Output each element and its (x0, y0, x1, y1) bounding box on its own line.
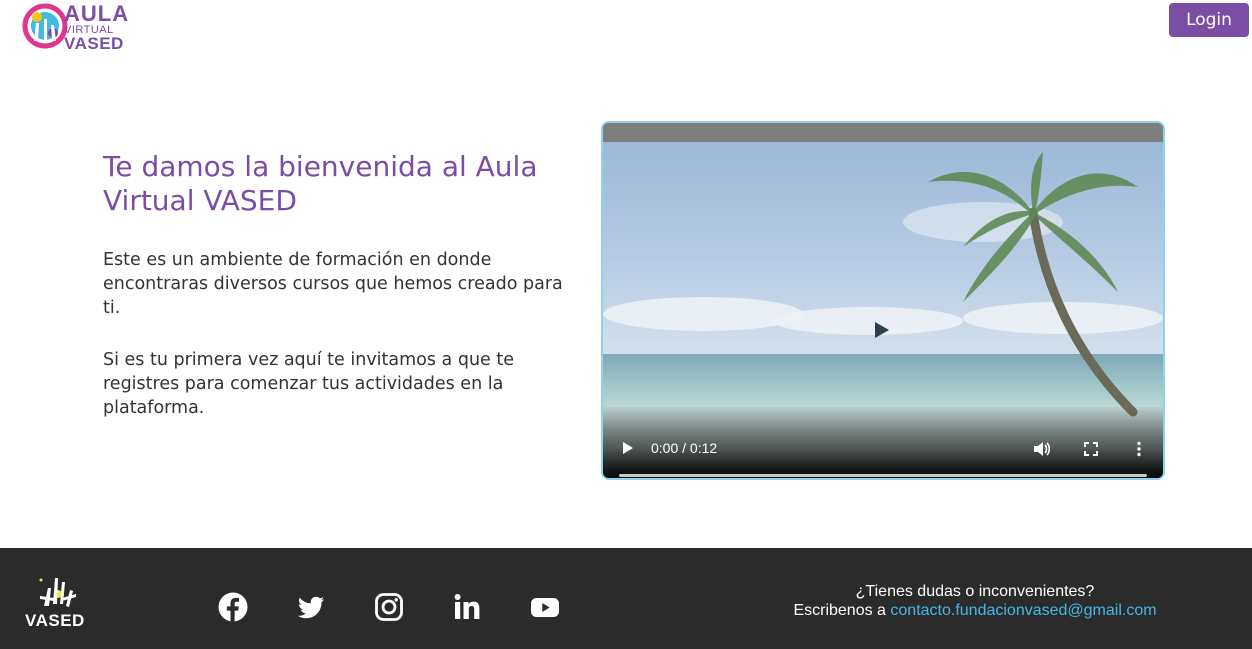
video-progress-bar[interactable] (619, 474, 1147, 477)
palm-tree-icon (928, 152, 1138, 417)
volume-icon[interactable] (1033, 441, 1051, 457)
fullscreen-icon[interactable] (1083, 441, 1099, 457)
footer-logo-text: VASED (25, 611, 85, 630)
logo-hands-icon (22, 3, 68, 49)
logo-line-aula: AULA (64, 1, 130, 26)
intro-video-player[interactable]: 0:00 / 0:12 (601, 121, 1165, 480)
site-footer: VASED ¿Tienes dudas o inconvenientes? Es… (0, 548, 1252, 649)
video-frame-beach-scene[interactable]: 0:00 / 0:12 (603, 142, 1163, 478)
center-play-icon[interactable] (875, 322, 889, 338)
aula-virtual-vased-logo[interactable]: AULA VIRTUAL VASED (22, 1, 132, 53)
twitter-icon[interactable] (296, 592, 326, 622)
logo-line-vased: VASED (64, 34, 124, 53)
footer-vased-logo[interactable]: VASED (22, 574, 92, 632)
vased-hands-icon (39, 578, 76, 607)
play-icon[interactable] (623, 442, 633, 454)
linkedin-icon[interactable] (452, 592, 482, 622)
contact-prefix: Escribenos a (793, 602, 886, 619)
contact-question: ¿Tienes dudas o inconvenientes? (855, 583, 1095, 600)
facebook-icon[interactable] (218, 592, 248, 622)
welcome-paragraph-register: Si es tu primera vez aquí te invitamos a… (103, 350, 515, 418)
contact-line: Escribenos a contacto.fundacionvased@gma… (760, 601, 1190, 620)
welcome-paragraph-intro: Este es un ambiente de formación en dond… (103, 250, 563, 318)
footer-contact: ¿Tienes dudas o inconvenientes? Escriben… (760, 582, 1190, 620)
video-cloud (603, 297, 803, 331)
logo-wordmark: AULA VIRTUAL VASED (64, 1, 130, 53)
more-icon[interactable] (1133, 441, 1145, 457)
video-top-bar (603, 123, 1163, 142)
welcome-title: Te damos la bienvenida al Aula Virtual V… (103, 150, 538, 217)
instagram-icon[interactable] (374, 592, 404, 622)
video-time-display: 0:00 / 0:12 (651, 440, 718, 456)
site-header: AULA VIRTUAL VASED Login (0, 0, 1252, 52)
youtube-icon[interactable] (530, 592, 560, 622)
contact-email-link[interactable]: contacto.fundacionvased@gmail.com (890, 602, 1156, 619)
login-button[interactable]: Login (1169, 3, 1249, 37)
